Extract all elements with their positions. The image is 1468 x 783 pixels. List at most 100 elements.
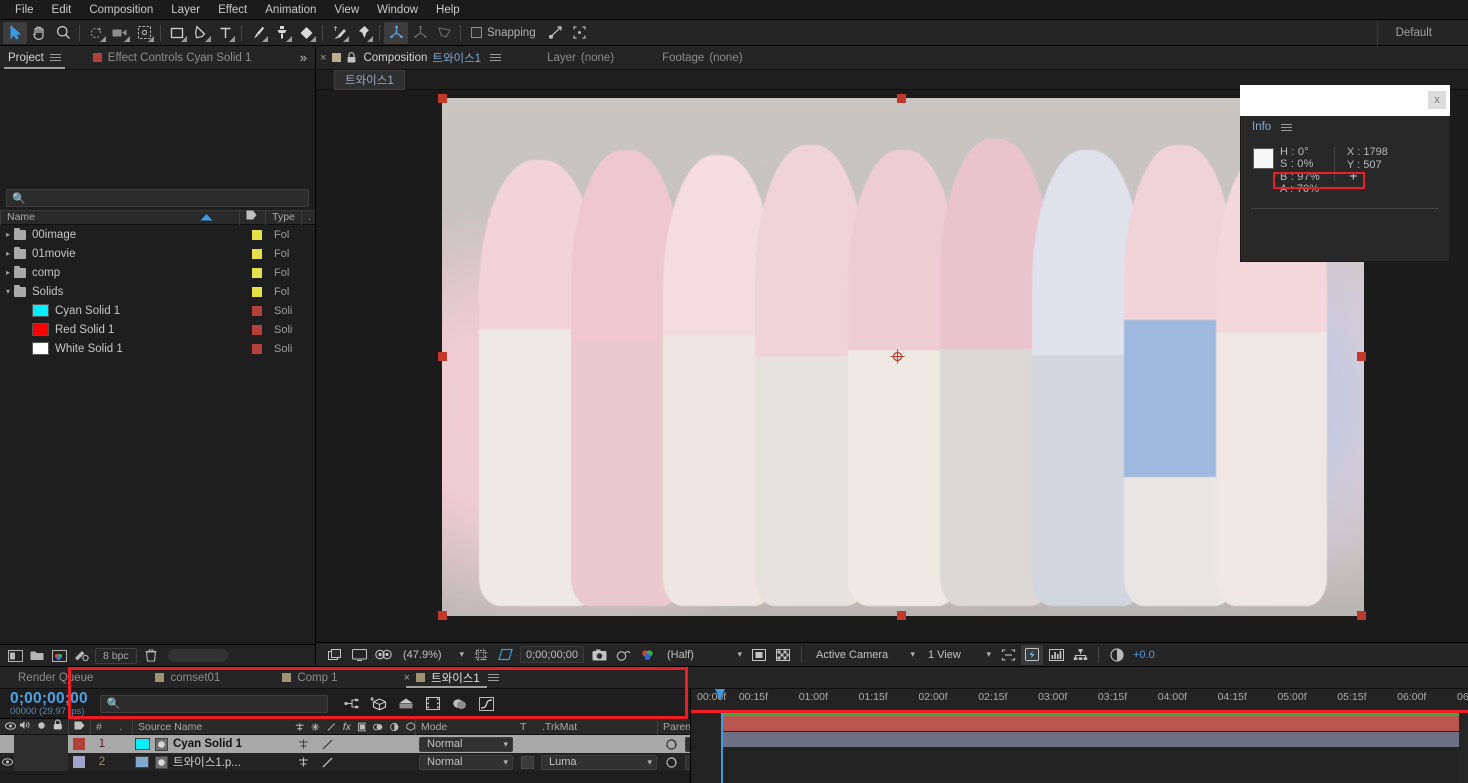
project-item-solid[interactable]: White Solid 1 Soli (0, 339, 315, 358)
timeline-search-input[interactable]: 🔍 (99, 694, 328, 713)
eraser-tool-icon[interactable] (294, 22, 318, 44)
snapping-checkbox[interactable] (471, 27, 482, 38)
timeline-track-area[interactable] (690, 710, 1468, 783)
header-solo-switch[interactable] (32, 719, 48, 735)
tab-composition-label[interactable]: Composition (363, 52, 427, 64)
type-tool-icon[interactable] (213, 22, 237, 44)
header-layer-number[interactable]: # (90, 718, 114, 735)
workspace-selector[interactable]: Default (1376, 20, 1468, 46)
project-item-folder[interactable]: ▸ comp Fol (0, 263, 315, 282)
layer-switches-toggle-icon[interactable] (342, 695, 362, 713)
twirl-icon[interactable]: ▸ (2, 249, 14, 258)
exposure-value[interactable]: +0.0 (1133, 649, 1155, 661)
close-icon[interactable]: x (1428, 91, 1446, 109)
local-axis-mode-icon[interactable] (384, 21, 408, 44)
header-track-matte[interactable]: .TrkMat (537, 719, 657, 735)
exposure-icon[interactable] (1106, 645, 1128, 665)
tab-comp-1[interactable]: Comp 1 (272, 667, 347, 689)
info-panel[interactable]: x Info H : 0° S : 0% B : 97% A : 70% X :… (1240, 85, 1450, 262)
delete-icon[interactable] (140, 647, 162, 665)
adjustment-layer-icon[interactable] (390, 722, 399, 732)
frame-blend-icon[interactable] (357, 722, 367, 732)
purge-memory-icon[interactable] (70, 647, 92, 665)
tab-effect-controls[interactable]: Effect Controls Cyan Solid 1 (85, 46, 260, 70)
new-composition-icon[interactable] (4, 647, 26, 665)
header-lock-switch[interactable] (48, 718, 68, 735)
layer1-duration-bar[interactable] (721, 716, 1468, 731)
quality-switch-icon[interactable] (327, 722, 336, 732)
tab-footage-label[interactable]: Footage (662, 52, 704, 64)
layer-audio-switch[interactable] (14, 753, 32, 771)
brush-tool-icon[interactable] (246, 22, 270, 44)
resolution-select[interactable]: (Half) ▾ (660, 646, 746, 663)
header-video-switch[interactable] (0, 719, 16, 735)
composition-canvas-wrap[interactable] (438, 94, 1366, 620)
menu-item-edit[interactable]: Edit (43, 0, 81, 20)
color-depth-button[interactable]: 8 bpc (95, 647, 137, 664)
project-item-label-color[interactable] (252, 286, 262, 297)
layer-lock-switch[interactable] (48, 735, 68, 753)
stereo-3d-icon[interactable] (372, 645, 394, 665)
shape-tool-icon[interactable] (165, 22, 189, 44)
breadcrumb[interactable]: 트와이스1 (334, 69, 405, 90)
playhead-line[interactable] (721, 713, 723, 783)
main-view-icon[interactable] (348, 645, 370, 665)
tab-render-queue[interactable]: Render Queue (8, 667, 103, 689)
column-header-extra[interactable]: . (301, 210, 315, 225)
world-axis-mode-icon[interactable] (408, 22, 432, 44)
zoom-tool-icon[interactable] (51, 22, 75, 44)
layer-mode-select[interactable]: Normal ▾ (416, 754, 516, 770)
timeline-vertical-scrollbar[interactable] (1459, 713, 1468, 783)
selection-handle-bottom-right[interactable] (1357, 611, 1366, 620)
layer-audio-switch[interactable] (14, 735, 32, 753)
region-of-interest-icon[interactable] (494, 645, 516, 665)
layer-video-switch[interactable] (0, 753, 14, 771)
menu-item-composition[interactable]: Composition (80, 0, 162, 20)
layer-source-name[interactable]: Cyan Solid 1 (170, 738, 288, 750)
brainstorm-icon[interactable] (423, 695, 443, 713)
panel-overflow-chevron-icon[interactable]: » (300, 50, 307, 65)
parent-pickwhip-icon[interactable] (660, 756, 682, 769)
layer-label-color[interactable] (68, 753, 90, 771)
view-axis-mode-icon[interactable] (432, 22, 456, 44)
tab-comset01[interactable]: comset01 (145, 667, 230, 689)
tab-project[interactable]: Project (0, 46, 69, 70)
tab-composition-value[interactable]: 트와이스1 (432, 50, 481, 66)
motion-blur-switch-icon[interactable] (373, 722, 383, 732)
pixel-aspect-correction-icon[interactable] (997, 645, 1019, 665)
graph-editor-icon[interactable] (477, 695, 497, 713)
snapping-align-icon[interactable] (544, 22, 568, 44)
view-layout-select[interactable]: 1 View ▾ (921, 646, 995, 663)
new-folder-icon[interactable] (26, 647, 48, 665)
project-item-solid[interactable]: Cyan Solid 1 Soli (0, 301, 315, 320)
snapping-toggle[interactable]: Snapping (471, 27, 536, 39)
project-menu-icon[interactable] (49, 52, 61, 63)
playhead-marker[interactable] (715, 689, 726, 701)
project-item-label-color[interactable] (252, 267, 262, 278)
anchor-point-icon[interactable] (890, 349, 905, 367)
close-tab-icon[interactable]: × (404, 672, 410, 684)
layer2-duration-bar[interactable] (721, 732, 1468, 747)
pan-behind-tool-icon[interactable] (132, 22, 156, 44)
project-item-folder[interactable]: ▾ Solids Fol (0, 282, 315, 301)
new-3d-layer-icon[interactable] (369, 695, 389, 713)
selection-handle-top-center[interactable] (897, 94, 906, 103)
project-item-label-color[interactable] (252, 305, 262, 316)
menu-item-view[interactable]: View (325, 0, 368, 20)
selection-tool-icon[interactable] (3, 21, 27, 44)
selection-handle-top-left[interactable] (438, 94, 447, 103)
header-mode[interactable]: Mode (415, 718, 515, 735)
menu-item-animation[interactable]: Animation (256, 0, 325, 20)
layer-solo-switch[interactable] (32, 753, 48, 771)
twirl-icon[interactable]: ▸ (2, 268, 14, 277)
column-header-name[interactable]: Name (0, 210, 239, 225)
timeline-menu-icon[interactable] (487, 672, 499, 683)
timeline-graph-icon[interactable] (1045, 645, 1067, 665)
selection-handle-middle-right[interactable] (1357, 352, 1366, 361)
layer-mode-select[interactable]: Normal ▾ (416, 736, 516, 752)
selection-handle-middle-left[interactable] (438, 352, 447, 361)
layer-quality-icon[interactable] (322, 739, 333, 750)
shy-switch-icon[interactable] (295, 722, 304, 732)
puppet-pin-tool-icon[interactable] (351, 22, 375, 44)
header-label-column[interactable] (68, 718, 90, 735)
